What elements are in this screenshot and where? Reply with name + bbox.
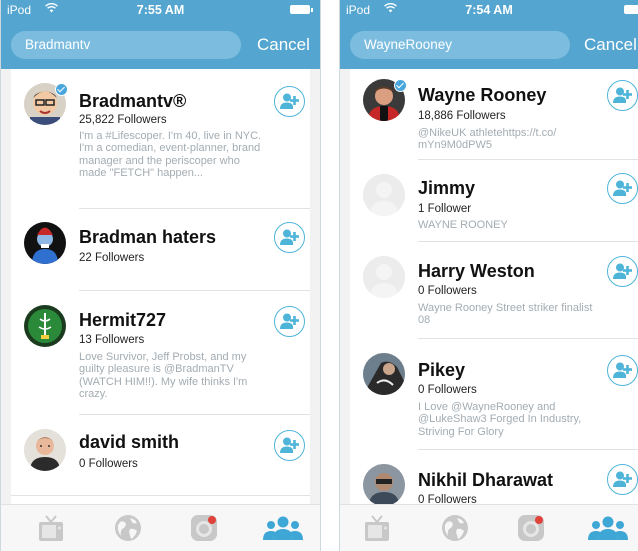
avatar	[363, 464, 405, 504]
avatar	[363, 256, 405, 298]
battery-icon	[290, 5, 313, 14]
follow-button[interactable]	[607, 173, 638, 204]
camera-broadcast-icon	[191, 515, 217, 541]
list-item[interactable]: Nikhil Dharawat 0 Followers	[350, 450, 638, 504]
cancel-button[interactable]: Cancel	[584, 35, 637, 55]
result-bio: I'm a #Lifescoper. I'm 40, live in NYC. …	[79, 130, 262, 180]
result-followers: 1 Follower	[418, 203, 472, 215]
list-item[interactable]: Bradman haters 22 Followers	[11, 209, 310, 290]
result-followers: 0 Followers	[418, 384, 477, 396]
result-followers: 18,886 Followers	[418, 110, 506, 122]
tab-tv[interactable]	[36, 513, 66, 543]
result-followers: 22 Followers	[79, 252, 145, 264]
avatar	[24, 429, 66, 471]
follow-button[interactable]	[607, 80, 638, 111]
search-results-list: Wayne Rooney 18,886 Followers @NikeUK at…	[350, 69, 638, 504]
result-name: Pikey	[418, 360, 466, 380]
cancel-button[interactable]: Cancel	[257, 35, 310, 55]
phone-screen-left: iPod 7:55 AM Bradmantv Cancel Bradmantv®…	[0, 0, 321, 551]
tv-icon	[365, 515, 389, 541]
avatar	[24, 222, 66, 264]
result-bio: I Love @WayneRooney and @LukeShaw3 Forge…	[418, 401, 582, 438]
follow-button[interactable]	[274, 306, 305, 337]
tab-broadcast[interactable]	[516, 513, 546, 543]
list-item[interactable]: Bradmantv® 25,822 Followers I'm a #Lifes…	[11, 69, 310, 208]
clock: 7:55 AM	[136, 3, 185, 17]
tab-global[interactable]	[113, 513, 143, 543]
result-name: Jimmy	[418, 178, 476, 198]
verified-badge-icon	[394, 79, 407, 92]
add-person-icon	[613, 263, 632, 279]
tab-people[interactable]	[588, 513, 628, 543]
result-followers: 0 Followers	[418, 494, 477, 504]
header-bar: iPod 7:54 AM WayneRooney Cancel	[340, 0, 638, 69]
tab-tv[interactable]	[362, 513, 392, 543]
search-input[interactable]: Bradmantv	[11, 31, 241, 59]
add-person-icon	[280, 313, 299, 329]
search-input[interactable]: WayneRooney	[350, 31, 570, 59]
result-name: Hermit727	[79, 310, 167, 330]
tab-people[interactable]	[263, 513, 303, 543]
tab-bar	[340, 504, 638, 551]
follow-button[interactable]	[274, 86, 305, 117]
tab-broadcast[interactable]	[189, 513, 219, 543]
list-item[interactable]: Wayne Rooney 18,886 Followers @NikeUK at…	[350, 69, 638, 159]
result-name: Bradman haters	[79, 227, 217, 247]
result-name: Wayne Rooney	[418, 85, 547, 105]
search-results-list: Bradmantv® 25,822 Followers I'm a #Lifes…	[11, 69, 310, 504]
add-person-icon	[613, 471, 632, 487]
result-followers: 0 Followers	[79, 458, 138, 470]
tab-global[interactable]	[440, 513, 470, 543]
follow-button[interactable]	[607, 256, 638, 287]
result-bio: Love Survivor, Jeff Probst, and my guilt…	[79, 351, 248, 401]
add-person-icon	[613, 180, 632, 196]
avatar	[363, 174, 405, 216]
list-item[interactable]: Jimmy 1 Follower WAYNE ROONEY	[350, 160, 638, 241]
tv-icon	[39, 515, 63, 541]
result-bio: @NikeUK athletehttps://t.co/ mYn9M0dPW5	[418, 127, 557, 152]
clock: 7:54 AM	[465, 3, 513, 17]
list-item[interactable]: Hermit727 13 Followers Love Survivor, Je…	[11, 291, 310, 414]
add-person-icon	[280, 229, 299, 245]
add-person-icon	[613, 87, 632, 103]
list-item[interactable]: david smith 0 Followers	[11, 415, 310, 495]
follow-button[interactable]	[607, 464, 638, 495]
result-name: david smith	[79, 432, 180, 452]
globe-icon	[115, 515, 141, 541]
globe-icon	[442, 515, 468, 541]
phone-screen-right: iPod 7:54 AM WayneRooney Cancel Wayne Ro…	[339, 0, 638, 551]
header-bar: iPod 7:55 AM Bradmantv Cancel	[1, 0, 320, 69]
battery-icon	[624, 5, 638, 14]
result-name: Nikhil Dharawat	[418, 470, 554, 490]
status-bar: iPod 7:54 AM	[340, 0, 638, 20]
people-icon	[263, 516, 303, 540]
result-followers: 0 Followers	[418, 285, 477, 297]
avatar	[363, 353, 405, 395]
avatar	[24, 305, 66, 347]
result-name: Bradmantv®	[79, 91, 187, 111]
add-person-icon	[613, 362, 632, 378]
row-divider	[11, 495, 310, 496]
result-bio: Wayne Rooney Street striker finalist 08	[418, 302, 593, 327]
result-bio: WAYNE ROONEY	[418, 219, 508, 231]
follow-button[interactable]	[274, 430, 305, 461]
list-item[interactable]: Pikey 0 Followers I Love @WayneRooney an…	[350, 339, 638, 449]
result-followers: 13 Followers	[79, 334, 145, 346]
follow-button[interactable]	[607, 355, 638, 386]
result-name: Harry Weston	[418, 261, 535, 281]
people-icon	[588, 516, 628, 540]
add-person-icon	[280, 437, 299, 453]
status-bar: iPod 7:55 AM	[1, 0, 320, 20]
verified-badge-icon	[55, 83, 68, 96]
result-followers: 25,822 Followers	[79, 114, 167, 126]
list-item[interactable]: Harry Weston 0 Followers Wayne Rooney St…	[350, 242, 638, 338]
camera-broadcast-icon	[518, 515, 544, 541]
add-person-icon	[280, 93, 299, 109]
follow-button[interactable]	[274, 222, 305, 253]
tab-bar	[1, 504, 320, 551]
